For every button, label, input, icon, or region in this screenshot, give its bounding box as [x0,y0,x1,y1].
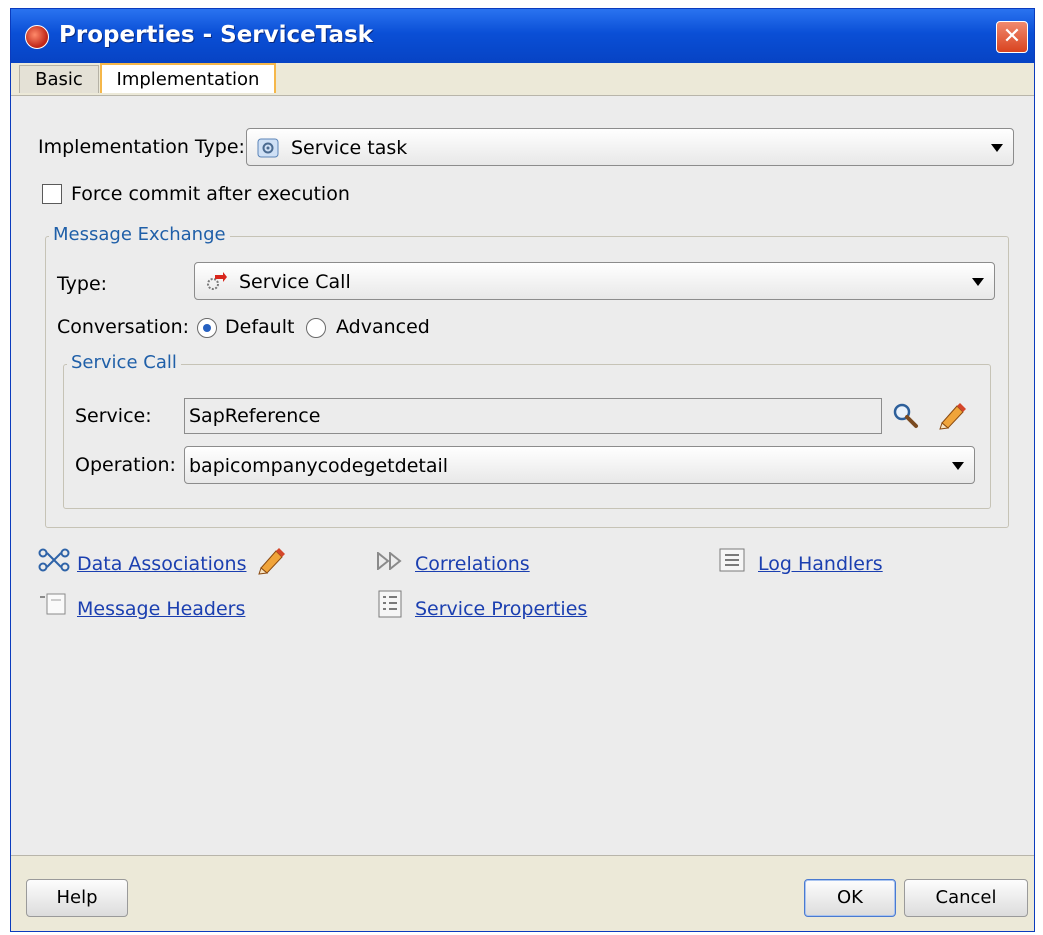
message-type-select[interactable]: Service Call [194,262,995,300]
implementation-type-value: Service task [291,137,408,159]
force-commit-label: Force commit after execution [71,183,350,205]
help-button[interactable]: Help [26,879,128,917]
footer-divider [11,855,1034,856]
ok-button[interactable]: OK [804,879,896,917]
app-logo-icon [25,25,49,49]
operation-select[interactable]: bapicompanycodegetdetail [184,446,975,484]
message-type-value: Service Call [239,271,351,293]
message-headers-icon [40,593,66,615]
service-properties-link[interactable]: Service Properties [415,598,587,620]
service-call-title: Service Call [67,352,181,373]
operation-value: bapicompanycodegetdetail [189,455,449,477]
edit-pencil-icon[interactable] [936,400,968,430]
service-properties-icon [378,590,402,618]
service-call-icon [207,272,227,290]
service-call-group [63,364,991,509]
title-bar[interactable]: Properties - ServiceTask ✕ [11,9,1034,63]
correlations-link[interactable]: Correlations [415,553,530,575]
service-field[interactable]: SapReference [184,398,882,434]
properties-dialog: Properties - ServiceTask ✕ Basic Impleme… [10,8,1035,932]
cancel-button[interactable]: Cancel [904,879,1028,917]
chevron-down-icon [952,462,964,470]
window-title: Properties - ServiceTask [59,22,373,48]
operation-label: Operation: [75,454,176,476]
chevron-down-icon [991,144,1003,152]
correlations-icon [377,552,402,570]
conversation-label: Conversation: [57,316,190,338]
implementation-panel: Implementation Type: Service task Force … [11,95,1034,856]
force-commit-checkbox[interactable] [42,184,62,204]
conversation-advanced-radio[interactable] [306,318,326,338]
message-exchange-title: Message Exchange [49,224,230,245]
data-associations-link[interactable]: Data Associations [77,553,247,575]
chevron-down-icon [972,278,984,286]
conversation-default-radio[interactable] [197,318,217,338]
conversation-advanced-label: Advanced [336,316,430,338]
log-handlers-icon [719,548,745,572]
message-headers-link[interactable]: Message Headers [77,598,245,620]
tab-implementation[interactable]: Implementation [100,63,276,93]
close-button[interactable]: ✕ [996,21,1028,53]
implementation-type-select[interactable]: Service task [246,128,1014,166]
conversation-default-label: Default [225,316,295,338]
data-associations-icon [38,548,70,572]
implementation-type-label: Implementation Type: [38,136,245,158]
log-handlers-link[interactable]: Log Handlers [758,553,883,575]
type-label: Type: [57,273,108,295]
search-icon[interactable] [891,401,919,429]
tab-strip: Basic Implementation [11,63,1034,95]
service-label: Service: [75,405,152,427]
service-task-icon [257,138,279,158]
tab-basic[interactable]: Basic [19,65,99,93]
edit-pencil-icon[interactable] [255,545,287,575]
